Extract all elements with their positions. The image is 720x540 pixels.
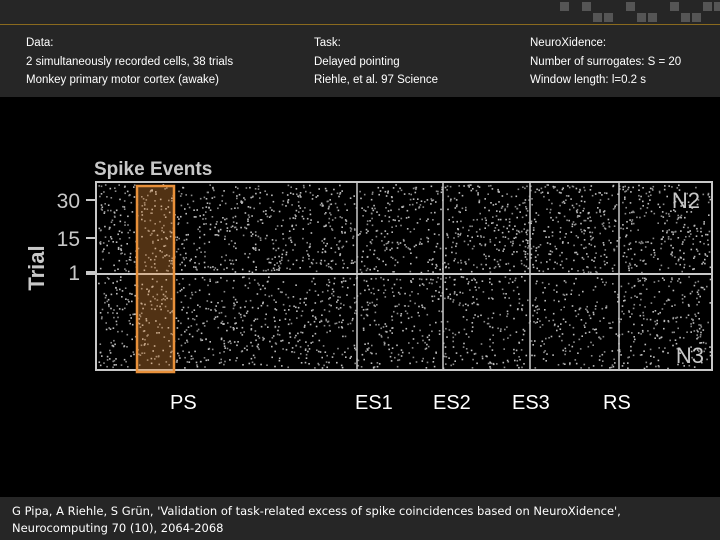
figure-title: Spike Events — [94, 159, 212, 180]
task-heading: Task: — [314, 37, 341, 49]
logo-square — [593, 13, 602, 22]
citation-text: G Pipa, A Riehle, S Grün, 'Validation of… — [12, 504, 621, 535]
logo-pattern — [560, 0, 720, 24]
y-tick-15: 15 — [57, 228, 80, 251]
neuroxidence-heading: NeuroXidence: — [530, 37, 607, 49]
header-panel: Data: 2 simultaneously recorded cells, 3… — [0, 0, 720, 97]
data-line1: 2 simultaneously recorded cells, 38 tria… — [26, 55, 234, 68]
epoch-label-rs: RS — [603, 392, 631, 414]
epoch-label-es3: ES3 — [512, 392, 550, 414]
logo-square — [703, 2, 712, 11]
y-tick-30: 30 — [57, 190, 80, 213]
footer-panel: G Pipa, A Riehle, S Grün, 'Validation of… — [0, 497, 720, 540]
logo-square — [560, 2, 569, 11]
logo-square — [648, 13, 657, 22]
header-divider — [0, 24, 720, 25]
neuron-label-n3: N3 — [676, 343, 704, 368]
logo-square — [670, 2, 679, 11]
data-line2: Monkey primary motor cortex (awake) — [26, 74, 219, 86]
neuron-label-n2: N2 — [672, 188, 700, 213]
task-line1: Delayed pointing — [314, 55, 400, 68]
data-heading: Data: — [26, 37, 54, 49]
task-info: Task: Delayed pointing Riehle, et al. 97… — [314, 34, 438, 90]
logo-square — [582, 2, 591, 11]
neuroxidence-info: NeuroXidence: Number of surrogates: S = … — [530, 34, 681, 90]
neuroxidence-line2: Window length: l=0.2 s — [530, 74, 647, 86]
spike-raster-plot: Spike Events Trial 30 15 1 N2 N3 — [24, 159, 713, 374]
logo-square — [692, 13, 701, 22]
logo-square — [714, 2, 720, 11]
y-tick-1: 1 — [68, 262, 80, 285]
neuroxidence-line1: Number of surrogates: S = 20 — [530, 55, 682, 68]
logo-square — [637, 13, 646, 22]
epoch-label-es1: ES1 — [355, 392, 393, 414]
ps-highlight-window — [135, 184, 176, 374]
epoch-label-ps: PS — [170, 392, 197, 414]
data-info: Data: 2 simultaneously recorded cells, 3… — [26, 34, 233, 90]
task-line2: Riehle, et al. 97 Science — [314, 74, 439, 86]
spike-raster-figure: Spike Events Trial 30 15 1 N2 N3 — [0, 150, 720, 420]
epoch-label-es2: ES2 — [433, 392, 471, 414]
logo-square — [681, 13, 690, 22]
logo-square — [626, 2, 635, 11]
logo-square — [604, 13, 613, 22]
y-axis-label: Trial — [24, 245, 49, 290]
